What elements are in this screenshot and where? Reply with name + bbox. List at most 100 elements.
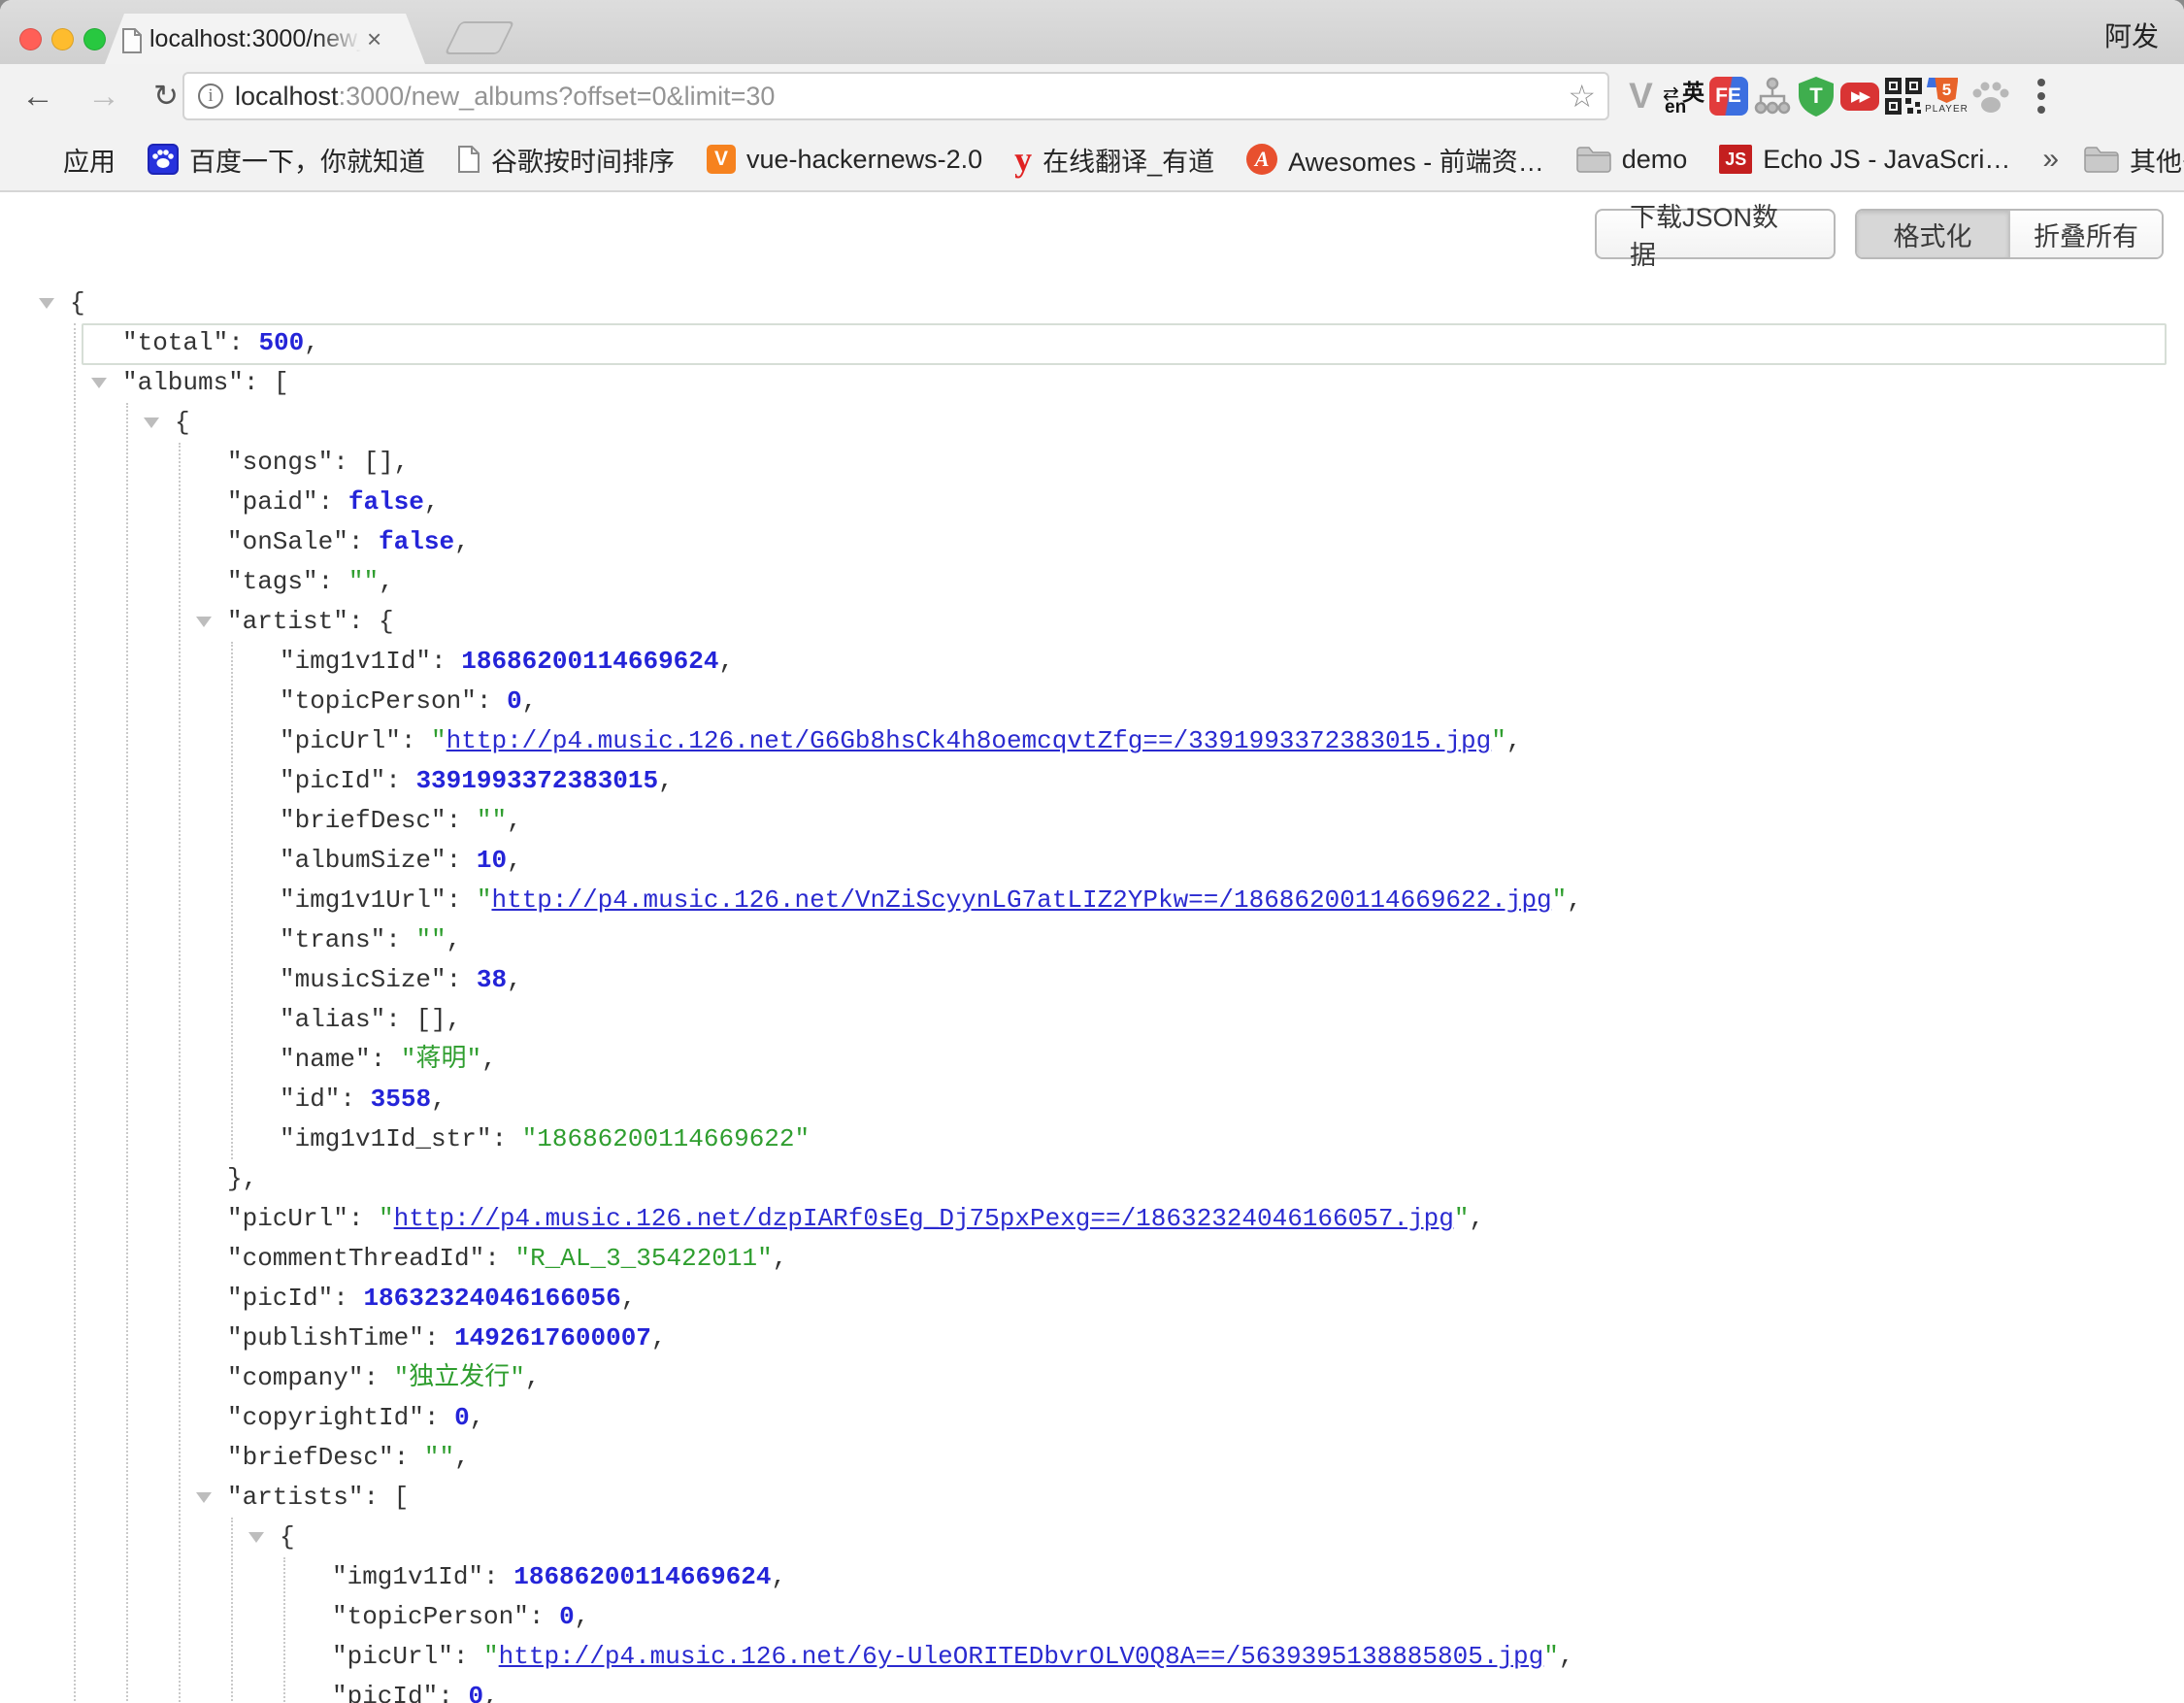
json-row: "artist": {	[0, 602, 2184, 642]
bookmark-item[interactable]: y 在线翻译_有道	[1014, 141, 1214, 179]
minimize-window-button[interactable]	[51, 28, 74, 50]
collapse-all-button[interactable]: 折叠所有	[2008, 211, 2162, 257]
indent-guide	[74, 323, 76, 1703]
collapse-triangle-icon[interactable]	[39, 298, 54, 309]
bookmark-item[interactable]: JS Echo JS - JavaScri…	[1719, 145, 2010, 175]
fe-toolkit-icon[interactable]: FE	[1706, 74, 1750, 118]
indent-guide	[179, 443, 181, 1703]
bookmark-item[interactable]: 百度一下，你就知道	[148, 141, 425, 179]
json-row: },	[0, 1159, 2184, 1199]
other-bookmarks-folder[interactable]: 其他书签	[2084, 141, 2184, 179]
bookmarks-list: 应用 百度一下，你就知道谷歌按时间排序 Vvue-hackernews-2.0 y 在线…	[23, 141, 2042, 179]
json-row: "company": "独立发行",	[0, 1358, 2184, 1398]
collapse-triangle-icon[interactable]	[196, 1492, 212, 1503]
download-json-button[interactable]: 下载JSON数据	[1595, 209, 1836, 259]
browser-tab[interactable]: localhost:3000/new_albums?o ×	[105, 14, 425, 64]
video-downloader-icon[interactable]: ▶▶	[1837, 74, 1881, 118]
tab-title: localhost:3000/new_albums?o	[149, 25, 361, 53]
apps-grid-icon	[23, 145, 52, 174]
collapse-triangle-icon[interactable]	[196, 617, 212, 627]
json-row: "picId": 3391993372383015,	[0, 761, 2184, 801]
json-row: "publishTime": 1492617600007,	[0, 1319, 2184, 1358]
qr-code-icon[interactable]	[1881, 74, 1925, 118]
json-row: "name": "蒋明",	[0, 1040, 2184, 1080]
url-text: localhost:3000/new_albums?offset=0&limit…	[235, 82, 1556, 112]
url-bar[interactable]: i localhost:3000/new_albums?offset=0&lim…	[182, 72, 1609, 120]
baidu-paw-icon	[148, 144, 179, 175]
youdao-icon: y	[1014, 145, 1032, 174]
bookmark-item[interactable]: Vvue-hackernews-2.0	[707, 145, 982, 175]
json-row: "songs": [],	[0, 443, 2184, 483]
indent-guide	[231, 1518, 233, 1703]
close-window-button[interactable]	[19, 28, 42, 50]
json-row: "picId": 0,	[0, 1677, 2184, 1703]
indent-guide	[126, 403, 128, 1703]
json-row: "img1v1Url": "http://p4.music.126.net/Vn…	[0, 881, 2184, 920]
bookmark-label: Awesomes - 前端资…	[1288, 141, 1544, 179]
awesomes-icon: A	[1246, 144, 1277, 175]
bookmark-item[interactable]: demo	[1576, 145, 1688, 175]
page-info-icon[interactable]: i	[198, 83, 223, 109]
json-row: "img1v1Id": 18686200114669624,	[0, 642, 2184, 682]
bookmark-item[interactable]: 应用	[23, 141, 116, 179]
json-row: "alias": [],	[0, 1000, 2184, 1040]
viewer-controls: 下载JSON数据 格式化 折叠所有	[1595, 209, 2164, 259]
sitemap-icon[interactable]	[1750, 74, 1794, 118]
extension-icons-row: V英en⇄FE T▶▶ 5PLAYER	[1619, 74, 2045, 118]
json-row: "id": 3558,	[0, 1080, 2184, 1119]
json-row: "briefDesc": "",	[0, 801, 2184, 841]
bookmark-label: demo	[1622, 145, 1688, 175]
json-link[interactable]: http://p4.music.126.net/dzpIARf0sEg_Dj75…	[394, 1204, 1454, 1233]
row-highlight-box	[82, 323, 2167, 365]
echojs-icon: JS	[1719, 145, 1752, 174]
forward-button: →	[87, 74, 120, 118]
bookmark-label: vue-hackernews-2.0	[746, 145, 982, 175]
browser-menu-icon[interactable]	[2037, 92, 2045, 100]
json-row: "img1v1Id_str": "18686200114669622"	[0, 1119, 2184, 1159]
new-tab-button[interactable]	[445, 21, 515, 54]
bookmarks-overflow-chevron[interactable]: »	[2042, 143, 2059, 176]
json-row: "paid": false,	[0, 483, 2184, 522]
json-link[interactable]: http://p4.music.126.net/6y-UleORITEDbvrO…	[499, 1642, 1544, 1671]
format-button[interactable]: 格式化	[1857, 211, 2008, 257]
bookmarks-bar: 应用 百度一下，你就知道谷歌按时间排序 Vvue-hackernews-2.0 y 在线…	[0, 128, 2184, 192]
profile-name[interactable]: 阿发	[2104, 16, 2159, 54]
json-row: "tags": "",	[0, 562, 2184, 602]
html5-player-icon[interactable]: 5PLAYER	[1925, 74, 1969, 118]
translate-icon[interactable]: 英en⇄	[1663, 74, 1706, 118]
bookmark-item[interactable]: 谷歌按时间排序	[457, 141, 675, 179]
collapse-triangle-icon[interactable]	[144, 417, 159, 428]
indent-guide	[231, 642, 233, 1159]
json-tree: {"total": 500,"albums": [{"songs": [],"p…	[0, 284, 2184, 1703]
collapse-triangle-icon[interactable]	[91, 378, 107, 388]
json-row: "musicSize": 38,	[0, 960, 2184, 1000]
indent-guide	[283, 1557, 285, 1703]
json-row: {	[0, 1518, 2184, 1557]
bookmark-label: Echo JS - JavaScri…	[1763, 145, 2010, 175]
collapse-triangle-icon[interactable]	[248, 1532, 264, 1543]
back-button[interactable]: ←	[21, 74, 54, 118]
json-row: "briefDesc": "",	[0, 1438, 2184, 1478]
reload-button[interactable]: ↻	[153, 74, 179, 118]
bookmark-star-icon[interactable]: ☆	[1568, 78, 1596, 115]
json-row: "commentThreadId": "R_AL_3_35422011",	[0, 1239, 2184, 1279]
bookmark-label: 在线翻译_有道	[1042, 141, 1214, 179]
page-icon	[457, 145, 480, 174]
folder-icon	[2084, 146, 2119, 173]
bookmark-item[interactable]: A Awesomes - 前端资…	[1246, 141, 1544, 179]
json-row: "img1v1Id": 18686200114669624,	[0, 1557, 2184, 1597]
json-link[interactable]: http://p4.music.126.net/VnZiScyynLG7atLI…	[491, 885, 1551, 915]
json-row: "picId": 18632324046166056,	[0, 1279, 2184, 1319]
fullscreen-window-button[interactable]	[83, 28, 106, 50]
json-row: "topicPerson": 0,	[0, 682, 2184, 721]
paw-icon[interactable]	[1969, 74, 2012, 118]
bookmark-label: 百度一下，你就知道	[189, 141, 425, 179]
tampermonkey-shield-icon[interactable]: T	[1794, 74, 1837, 118]
json-link[interactable]: http://p4.music.126.net/G6Gb8hsCk4h8oemc…	[447, 726, 1492, 755]
tab-close-icon[interactable]: ×	[367, 26, 381, 51]
json-row: {	[0, 284, 2184, 323]
json-row: "albums": [	[0, 363, 2184, 403]
vue-devtools-icon[interactable]: V	[1619, 74, 1663, 118]
json-row: "onSale": false,	[0, 522, 2184, 562]
json-viewer-page: 下载JSON数据 格式化 折叠所有 {"total": 500,"albums"…	[0, 194, 2184, 1703]
